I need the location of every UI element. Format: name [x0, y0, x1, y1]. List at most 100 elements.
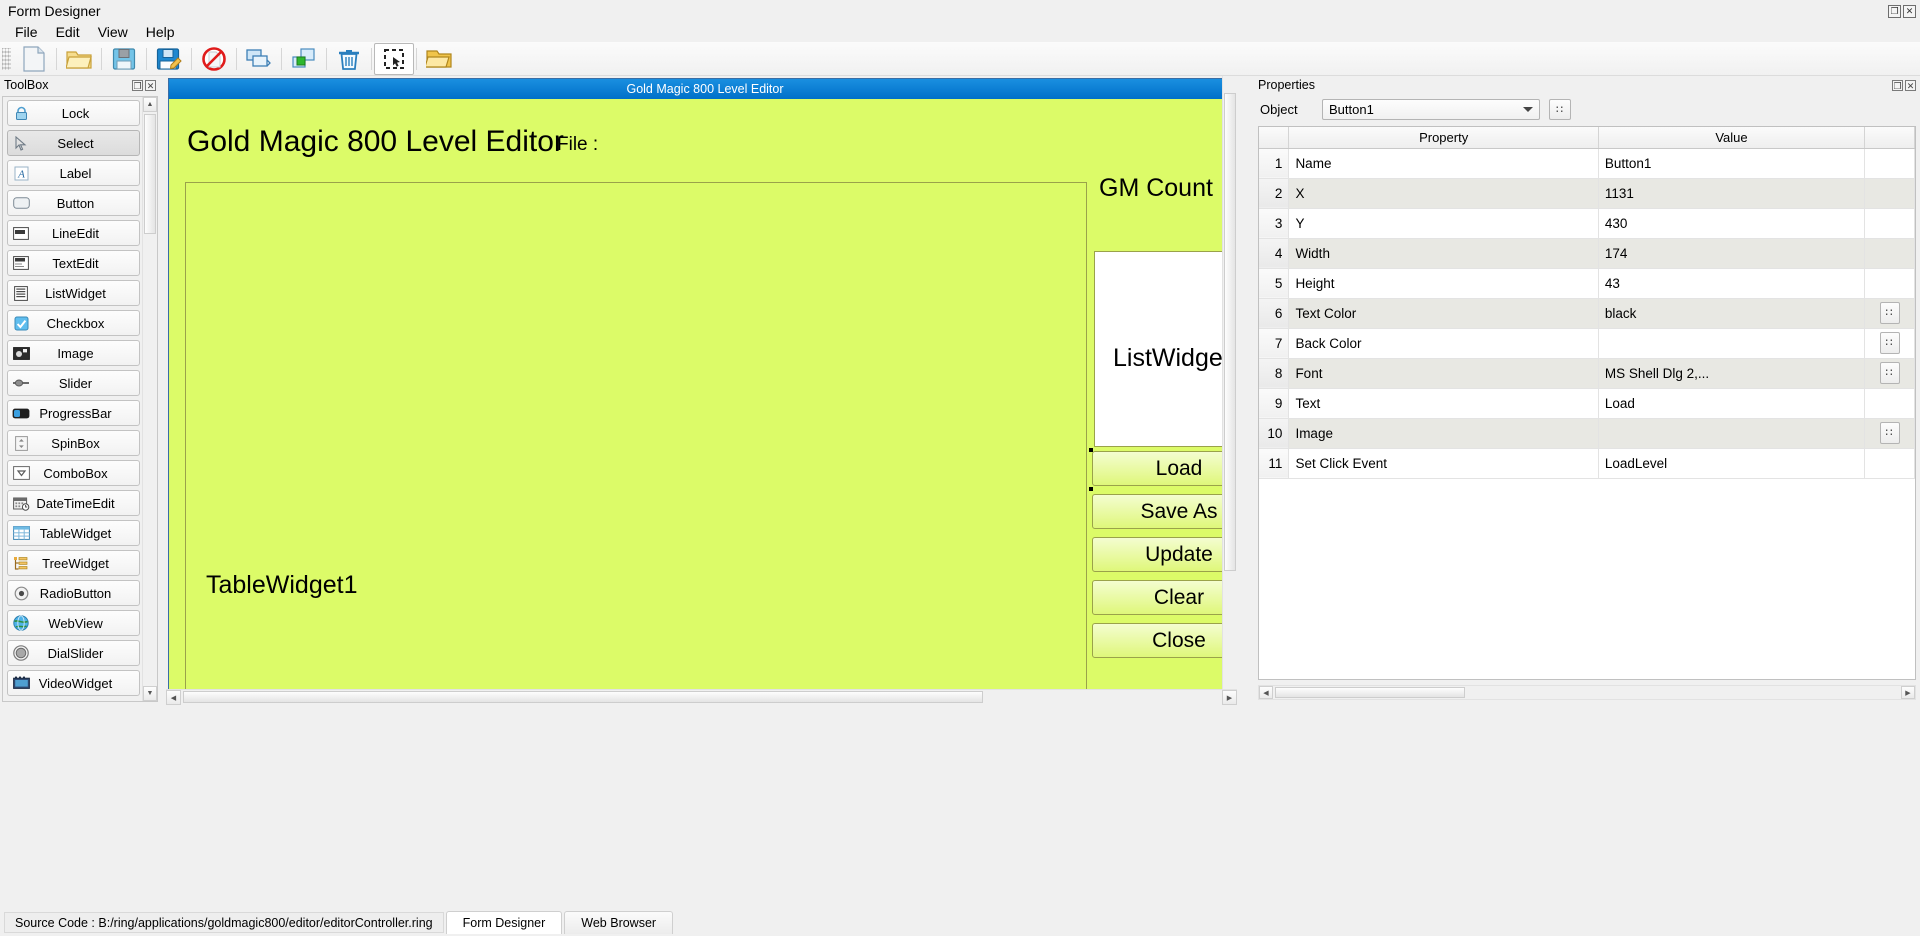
object-browse-button[interactable]: ∷	[1549, 99, 1571, 120]
toolbox-item-tablewidget[interactable]: TableWidget	[7, 520, 140, 546]
list-widget[interactable]: ListWidget1	[1094, 251, 1231, 447]
gm-count-label[interactable]: GM Count	[1099, 174, 1213, 203]
toolbar-grip[interactable]	[2, 48, 11, 70]
toolbox-scrollbar[interactable]: ▲ ▼	[142, 97, 157, 701]
scroll-right-icon[interactable]: ▶	[1901, 686, 1915, 699]
properties-table-row[interactable]: 8FontMS Shell Dlg 2,...∷	[1259, 358, 1915, 388]
tab-web-browser[interactable]: Web Browser	[564, 911, 673, 934]
property-value-cell[interactable]: 430	[1598, 208, 1864, 238]
properties-table-row[interactable]: 3Y430	[1259, 208, 1915, 238]
property-value-cell[interactable]: LoadLevel	[1598, 448, 1864, 478]
object-combobox[interactable]: Button1	[1322, 99, 1540, 120]
designer-horizontal-scrollbar[interactable]: ◀ ▶	[166, 689, 1237, 704]
property-column-header[interactable]: Property	[1289, 127, 1598, 148]
properties-table-row[interactable]: 7Back Color∷	[1259, 328, 1915, 358]
toolbox-item-treewidget[interactable]: TreeWidget	[7, 550, 140, 576]
properties-table-row[interactable]: 11Set Click EventLoadLevel	[1259, 448, 1915, 478]
clear-button[interactable]: Clear	[1092, 580, 1237, 615]
scroll-up-icon[interactable]: ▲	[143, 97, 157, 112]
property-value-cell[interactable]: black	[1598, 298, 1864, 328]
file-label[interactable]: File :	[557, 134, 598, 156]
toolbox-close-button[interactable]: ✕	[145, 80, 156, 91]
toolbox-item-checkbox[interactable]: Checkbox	[7, 310, 140, 336]
close-button[interactable]: Close	[1092, 623, 1237, 658]
scroll-left-icon[interactable]: ◀	[166, 690, 181, 705]
close-window-button[interactable]: ✕	[1903, 5, 1916, 18]
save-as-icon[interactable]	[149, 43, 189, 75]
design-form-surface[interactable]: Gold Magic 800 Level Editor File : GM Co…	[169, 99, 1237, 689]
property-action-cell[interactable]: ∷	[1865, 298, 1915, 328]
scroll-right-icon[interactable]: ▶	[1222, 690, 1237, 705]
property-browse-button[interactable]: ∷	[1880, 362, 1900, 384]
toolbox-item-lock[interactable]: Lock	[7, 100, 140, 126]
property-action-cell[interactable]: ∷	[1865, 358, 1915, 388]
designer-canvas[interactable]: Gold Magic 800 Level Editor Gold Magic 8…	[166, 76, 1237, 689]
load-button[interactable]: Load	[1092, 451, 1237, 486]
toolbox-item-webview[interactable]: WebView	[7, 610, 140, 636]
add-widget-icon[interactable]	[284, 43, 324, 75]
property-value-cell[interactable]: Button1	[1598, 148, 1864, 178]
value-column-header[interactable]: Value	[1598, 127, 1864, 148]
toolbox-item-radiobutton[interactable]: RadioButton	[7, 580, 140, 606]
open-project-icon[interactable]	[419, 43, 459, 75]
toolbox-item-combobox[interactable]: ComboBox	[7, 460, 140, 486]
new-file-icon[interactable]	[14, 43, 54, 75]
properties-table-row[interactable]: 1NameButton1	[1259, 148, 1915, 178]
toolbox-item-videowidget[interactable]: VideoWidget	[7, 670, 140, 696]
toolbox-item-textedit[interactable]: TextEdit	[7, 250, 140, 276]
properties-table-row[interactable]: 6Text Colorblack∷	[1259, 298, 1915, 328]
toolbox-item-select[interactable]: Select	[7, 130, 140, 156]
property-browse-button[interactable]: ∷	[1880, 332, 1900, 354]
restore-window-button[interactable]: ❐	[1888, 5, 1901, 18]
save-icon[interactable]	[104, 43, 144, 75]
scroll-down-icon[interactable]: ▼	[143, 686, 157, 701]
toolbox-item-dialslider[interactable]: DialSlider	[7, 640, 140, 666]
properties-table-wrap[interactable]: Property Value 1NameButton12X11313Y4304W…	[1258, 126, 1916, 680]
design-form[interactable]: Gold Magic 800 Level Editor Gold Magic 8…	[168, 78, 1237, 689]
designer-vertical-scrollbar[interactable]	[1222, 76, 1237, 689]
save-as-button[interactable]: Save As	[1092, 494, 1237, 529]
toolbox-float-button[interactable]: ❐	[132, 80, 143, 91]
property-browse-button[interactable]: ∷	[1880, 422, 1900, 444]
properties-table-row[interactable]: 4Width174	[1259, 238, 1915, 268]
properties-horizontal-scrollbar[interactable]: ◀ ▶	[1258, 685, 1916, 700]
menu-file[interactable]: File	[6, 23, 47, 41]
property-value-cell[interactable]: 174	[1598, 238, 1864, 268]
properties-float-button[interactable]: ❐	[1892, 80, 1903, 91]
toolbox-item-button[interactable]: Button	[7, 190, 140, 216]
toolbox-item-label[interactable]: ALabel	[7, 160, 140, 186]
menu-edit[interactable]: Edit	[47, 23, 89, 41]
properties-table-row[interactable]: 5Height43	[1259, 268, 1915, 298]
delete-trash-icon[interactable]	[329, 43, 369, 75]
toolbox-item-lineedit[interactable]: LineEdit	[7, 220, 140, 246]
property-value-cell[interactable]	[1598, 328, 1864, 358]
toolbox-item-image[interactable]: Image	[7, 340, 140, 366]
open-folder-icon[interactable]	[59, 43, 99, 75]
select-region-icon[interactable]	[374, 43, 414, 75]
selection-handle-bottom[interactable]	[1089, 487, 1093, 491]
property-action-cell[interactable]: ∷	[1865, 328, 1915, 358]
properties-close-button[interactable]: ✕	[1905, 80, 1916, 91]
menu-view[interactable]: View	[89, 23, 137, 41]
property-value-cell[interactable]	[1598, 418, 1864, 448]
update-button[interactable]: Update	[1092, 537, 1237, 572]
property-action-cell[interactable]: ∷	[1865, 418, 1915, 448]
selection-handle-top[interactable]	[1089, 448, 1093, 452]
property-value-cell[interactable]: 1131	[1598, 178, 1864, 208]
toolbox-item-slider[interactable]: Slider	[7, 370, 140, 396]
scrollbar-thumb[interactable]	[144, 114, 156, 234]
scrollbar-thumb[interactable]	[183, 691, 983, 703]
scrollbar-thumb[interactable]	[1275, 687, 1465, 698]
toolbox-item-listwidget[interactable]: ListWidget	[7, 280, 140, 306]
scrollbar-thumb[interactable]	[1224, 93, 1236, 571]
property-value-cell[interactable]: Load	[1598, 388, 1864, 418]
cancel-icon[interactable]	[194, 43, 234, 75]
chevron-down-icon[interactable]	[1523, 107, 1533, 112]
toolbox-item-progressbar[interactable]: ProgressBar	[7, 400, 140, 426]
toolbox-item-datetimeedit[interactable]: DateTimeEdit	[7, 490, 140, 516]
property-browse-button[interactable]: ∷	[1880, 302, 1900, 324]
properties-table-row[interactable]: 2X1131	[1259, 178, 1915, 208]
duplicate-icon[interactable]	[239, 43, 279, 75]
scroll-left-icon[interactable]: ◀	[1259, 686, 1273, 699]
properties-table-row[interactable]: 9TextLoad	[1259, 388, 1915, 418]
